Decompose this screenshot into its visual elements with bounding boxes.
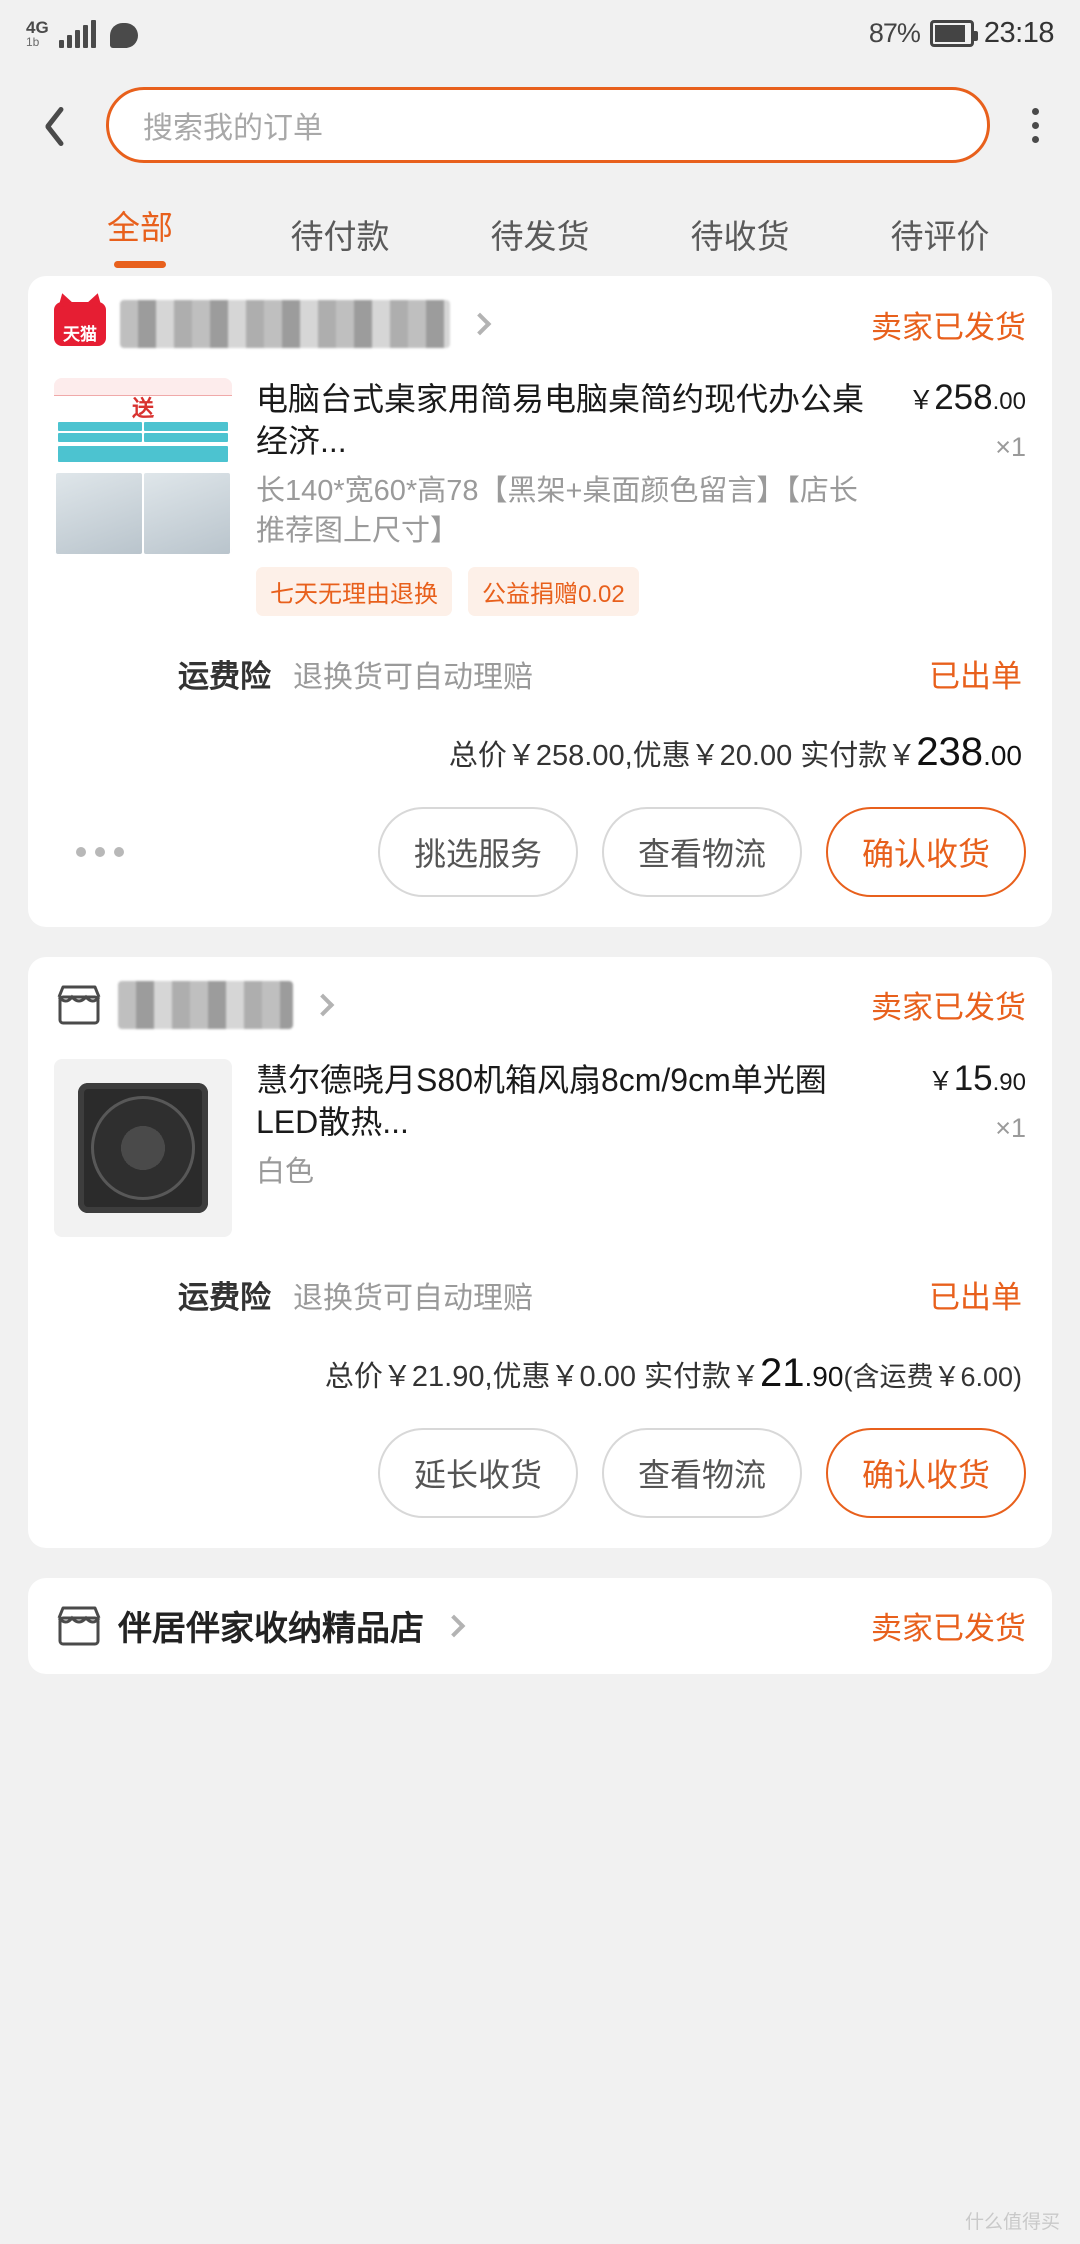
order-actions: 延长收货 查看物流 确认收货	[54, 1410, 1026, 1548]
tmall-badge-icon: 天猫	[54, 302, 106, 346]
insurance-description: 退换货可自动理赔	[293, 660, 533, 694]
back-arrow-icon[interactable]	[22, 96, 80, 154]
tag-charity-donation: 公益捐赠0.02	[468, 566, 639, 616]
store-icon	[54, 1604, 104, 1648]
view-logistics-button[interactable]: 查看物流	[601, 1427, 802, 1518]
network-type: 4G 1b	[26, 17, 49, 49]
order-paid-cents: .00	[983, 739, 1022, 771]
confirm-receipt-button[interactable]: 确认收货	[825, 806, 1026, 897]
search-placeholder: 搜索我的订单	[143, 112, 323, 145]
product-quantity: ×1	[995, 1112, 1026, 1143]
product-price: ￥258.00	[908, 378, 1026, 417]
order-shipping-note: (含运费￥6.00)	[843, 1361, 1022, 1392]
clock: 23:18	[983, 16, 1055, 49]
product-price-block: ￥258.00 ×1	[866, 378, 1026, 616]
product-thumbnail[interactable]: 送	[54, 378, 232, 556]
product-info: 电脑台式桌家用简易电脑桌简约现代办公桌经济... 长140*宽60*高78【黑架…	[256, 378, 866, 616]
insurance-title: 运费险	[178, 1280, 271, 1316]
product-info: 慧尔德晓月S80机箱风扇8cm/9cm单光圈LED散热... 白色	[256, 1059, 866, 1237]
insurance-description: 退换货可自动理赔	[293, 1281, 533, 1315]
shop-header[interactable]: 天猫 卖家已发货	[54, 276, 1026, 372]
message-bubble-icon	[109, 22, 138, 48]
tag-return-policy: 七天无理由退换	[256, 566, 452, 616]
order-total-row: 总价￥258.00,优惠￥20.00 实付款￥238.00	[54, 722, 1026, 789]
product-price-block: ￥15.90 ×1	[866, 1059, 1026, 1237]
product-row[interactable]: 慧尔德晓月S80机箱风扇8cm/9cm单光圈LED散热... 白色 ￥15.90…	[54, 1053, 1026, 1247]
tab-unpaid[interactable]: 待付款	[240, 210, 440, 258]
store-icon	[54, 983, 104, 1027]
more-options-icon[interactable]	[54, 846, 124, 857]
product-row[interactable]: 送 电脑台式桌家用简易电脑桌简约现代办公桌经济... 长140*宽60*高78【…	[54, 372, 1026, 626]
product-spec: 长140*宽60*高78【黑架+桌面颜色留言】【店长推荐图上尺寸】	[256, 475, 858, 547]
page-header: 搜索我的订单	[0, 66, 1080, 184]
kebab-menu-icon[interactable]	[1012, 96, 1058, 154]
order-paid-amount: 238	[916, 729, 984, 774]
chevron-right-icon[interactable]	[442, 1614, 466, 1638]
shop-header[interactable]: 伴居伴家收纳精品店 卖家已发货	[54, 1578, 1026, 1674]
shop-name-redacted	[118, 980, 293, 1029]
product-quantity: ×1	[995, 432, 1026, 462]
product-title: 慧尔德晓月S80机箱风扇8cm/9cm单光圈LED散热...	[256, 1061, 827, 1140]
battery-icon	[929, 19, 978, 47]
product-spec: 白色	[256, 1156, 315, 1189]
shipping-insurance-row: 运费险 退换货可自动理赔 已出单	[54, 1247, 1026, 1343]
order-status-badge: 卖家已发货	[871, 990, 1026, 1026]
order-card[interactable]: 天猫 卖家已发货 送 电脑台式桌家用简易电脑桌简约现代办公桌经济... 长140…	[28, 276, 1052, 927]
confirm-receipt-button[interactable]: 确认收货	[825, 1427, 1026, 1518]
signal-strength-icon	[58, 19, 96, 48]
shop-name[interactable]: 伴居伴家收纳精品店	[118, 1601, 424, 1650]
watermark: 什么值得买	[964, 2212, 1060, 2233]
order-status-badge: 卖家已发货	[871, 309, 1026, 345]
order-total-prefix: 总价￥258.00,优惠￥20.00 实付款￥	[448, 739, 917, 772]
status-bar-left: 4G 1b	[26, 19, 138, 48]
tab-unreviewed[interactable]: 待评价	[840, 210, 1040, 258]
order-card[interactable]: 卖家已发货 慧尔德晓月S80机箱风扇8cm/9cm单光圈LED散热... 白色 …	[28, 956, 1052, 1548]
shipping-insurance-row: 运费险 退换货可自动理赔 已出单	[54, 626, 1026, 722]
product-tags: 七天无理由退换 公益捐赠0.02	[256, 566, 866, 616]
tab-active-indicator	[114, 260, 166, 268]
view-logistics-button[interactable]: 查看物流	[601, 806, 802, 897]
order-total-prefix: 总价￥21.90,优惠￥0.00 实付款￥	[324, 1360, 761, 1393]
chevron-right-icon[interactable]	[468, 312, 492, 336]
product-price: ￥15.90	[927, 1058, 1026, 1098]
insurance-title: 运费险	[178, 659, 271, 695]
order-total-row: 总价￥21.90,优惠￥0.00 实付款￥21.90(含运费￥6.00)	[54, 1343, 1026, 1410]
order-status-tabs: 全部 待付款 待发货 待收货 待评价	[0, 184, 1080, 276]
insurance-status: 已出单	[929, 1280, 1022, 1316]
tab-unshipped[interactable]: 待发货	[440, 210, 640, 258]
status-bar: 4G 1b 87% 23:18	[0, 0, 1080, 66]
product-title: 电脑台式桌家用简易电脑桌简约现代办公桌经济...	[256, 381, 865, 460]
order-actions: 挑选服务 查看物流 确认收货	[54, 789, 1026, 927]
insurance-status: 已出单	[929, 659, 1022, 695]
order-card[interactable]: 伴居伴家收纳精品店 卖家已发货	[28, 1577, 1052, 1674]
search-input[interactable]: 搜索我的订单	[106, 87, 990, 163]
tab-all[interactable]: 全部	[40, 201, 240, 268]
order-paid-cents: .90	[804, 1360, 844, 1392]
tab-unreceived[interactable]: 待收货	[640, 210, 840, 258]
order-paid-amount: 21	[760, 1350, 805, 1395]
select-service-button[interactable]: 挑选服务	[377, 806, 578, 897]
product-thumbnail[interactable]	[54, 1058, 232, 1237]
shop-header[interactable]: 卖家已发货	[54, 957, 1026, 1053]
order-list: 天猫 卖家已发货 送 电脑台式桌家用简易电脑桌简约现代办公桌经济... 长140…	[0, 276, 1080, 1674]
battery-percent: 87%	[868, 17, 921, 48]
shop-name-redacted	[120, 300, 450, 348]
extend-receipt-button[interactable]: 延长收货	[377, 1427, 578, 1518]
order-status-badge: 卖家已发货	[871, 1611, 1026, 1647]
status-bar-right: 87% 23:18	[868, 16, 1055, 50]
chevron-right-icon[interactable]	[311, 993, 335, 1017]
